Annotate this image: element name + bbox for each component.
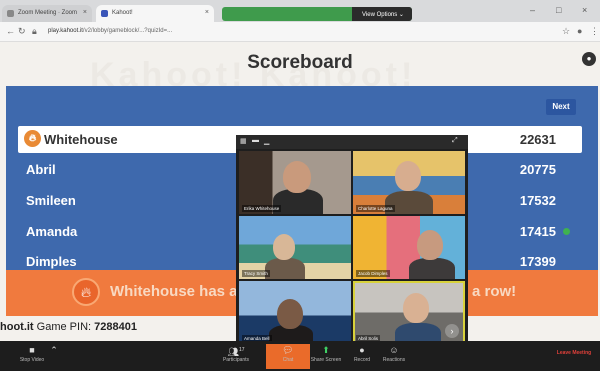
- player-name: Smileen: [26, 193, 76, 208]
- reactions-label: Reactions: [382, 357, 406, 363]
- maximize-icon[interactable]: □: [556, 5, 561, 15]
- star-icon[interactable]: ☆: [562, 26, 570, 37]
- participant-face: [403, 293, 429, 323]
- participant-body: [265, 258, 305, 279]
- player-name: Amanda: [26, 224, 78, 239]
- player-score: 17399: [519, 254, 556, 269]
- lock-icon: 🔒︎: [32, 26, 37, 36]
- participant-name: Jacob Dimples: [356, 270, 390, 277]
- streak-text-right: a row!: [472, 283, 517, 300]
- next-page-arrow-icon[interactable]: ›: [445, 324, 459, 338]
- player-score: 22631: [519, 132, 556, 147]
- url-path: /v2/lobby/gameblock/...?quizId=...: [82, 28, 173, 34]
- view-options-button[interactable]: View Options ⌄: [352, 7, 412, 21]
- game-pin-value: 7288401: [94, 321, 137, 333]
- settings-icon[interactable]: ●: [582, 52, 596, 66]
- url-field[interactable]: play.kahoot.it/v2/lobby/gameblock/...?qu…: [48, 28, 172, 34]
- player-score: 17532: [519, 193, 556, 208]
- reactions-button[interactable]: ☺ Reactions: [372, 344, 416, 369]
- participant-name: Charlotte Laguna: [356, 205, 395, 212]
- tab-label: Kahoot!: [112, 10, 133, 16]
- participants-icon: 👥︎17: [227, 347, 245, 357]
- video-options-chevron[interactable]: ⌃: [46, 344, 62, 369]
- player-name: Dimples: [26, 254, 77, 269]
- page-title: Scoreboard: [247, 52, 353, 73]
- zoom-share-bar: View Options ⌄: [222, 7, 412, 21]
- tab-zoom-meeting[interactable]: Zoom Meeting · Zoom ×: [2, 5, 92, 22]
- participant-face: [283, 161, 311, 193]
- kahoot-page: Kahoot! Kahoot! Scoreboard ● Next 🔥︎ Whi…: [0, 42, 600, 347]
- flame-icon: 🔥︎: [72, 278, 100, 306]
- participant-name: Erika Whitehouse: [242, 205, 282, 212]
- gallery-view-icon[interactable]: ▦: [240, 137, 247, 145]
- leader-flame-icon: 🔥︎: [24, 130, 41, 147]
- chevron-up-icon: ⌃: [50, 345, 58, 355]
- kahoot-url-label: hoot.it: [0, 321, 34, 333]
- game-pin-label: Game PIN:: [36, 321, 92, 333]
- back-icon[interactable]: ←: [6, 26, 15, 36]
- close-window-icon[interactable]: ×: [582, 5, 587, 15]
- participant-name: Tracy Smith: [242, 270, 270, 277]
- leave-meeting-label: Leave Meeting: [556, 350, 592, 356]
- speaker-view-icon[interactable]: ▬: [252, 137, 259, 144]
- player-score: 17415: [519, 224, 556, 239]
- player-name: Abril: [26, 162, 56, 177]
- status-dot-icon: [563, 228, 570, 235]
- next-button[interactable]: Next: [546, 99, 576, 115]
- video-tile[interactable]: Tracy Smith: [239, 216, 351, 279]
- participant-face: [417, 230, 443, 260]
- tab-kahoot[interactable]: Kahoot! ×: [96, 5, 214, 22]
- game-pin: hoot.it Game PIN: 7288401: [0, 321, 137, 333]
- participant-face: [273, 234, 295, 260]
- zoom-favicon-icon: [7, 10, 14, 17]
- zoom-toolbar: ■ Stop Video ⌃ 👥︎17 Participants 💬︎ Chat…: [0, 341, 600, 371]
- participant-face: [395, 161, 421, 191]
- gallery-topbar: ▦ ▬ ▁ ⤢: [236, 135, 468, 149]
- player-name: Whitehouse: [44, 132, 118, 147]
- video-tile[interactable]: Amanda Bell: [239, 281, 351, 344]
- browser-tab-strip: Zoom Meeting · Zoom × Kahoot! × View Opt…: [0, 0, 600, 22]
- player-score: 20775: [519, 162, 556, 177]
- participants-count: 17: [238, 347, 245, 353]
- menu-icon[interactable]: ⋮: [590, 26, 599, 37]
- minimize-icon[interactable]: –: [530, 5, 535, 15]
- participants-label: Participants: [222, 357, 250, 363]
- participants-button[interactable]: 👥︎17 Participants: [214, 344, 258, 369]
- participant-face: [277, 299, 303, 329]
- url-host: play.kahoot.it: [48, 28, 83, 34]
- kahoot-favicon-icon: [101, 10, 108, 17]
- tab-label: Zoom Meeting · Zoom: [18, 10, 78, 16]
- leave-meeting-button[interactable]: Leave Meeting: [552, 344, 596, 369]
- video-tile[interactable]: Charlotte Laguna: [353, 151, 465, 214]
- video-tile[interactable]: Jacob Dimples: [353, 216, 465, 279]
- close-tab-icon[interactable]: ×: [83, 9, 87, 16]
- exit-fullscreen-icon[interactable]: ⤢: [452, 137, 458, 145]
- reactions-icon: ☺: [389, 345, 399, 355]
- video-gallery: ▦ ▬ ▁ ⤢ Erika Whitehouse Charlotte Lagun…: [236, 135, 468, 347]
- streak-text-left: Whitehouse has a: [110, 283, 238, 300]
- close-tab-icon[interactable]: ×: [205, 9, 209, 16]
- participant-body: [409, 258, 455, 279]
- reload-icon[interactable]: ↻: [18, 26, 26, 37]
- minimize-video-icon[interactable]: ▁: [264, 137, 269, 145]
- video-tile[interactable]: Erika Whitehouse: [239, 151, 351, 214]
- profile-icon[interactable]: ●: [577, 26, 582, 36]
- address-bar: ← ↻ 🔒︎ play.kahoot.it/v2/lobby/gameblock…: [0, 22, 600, 42]
